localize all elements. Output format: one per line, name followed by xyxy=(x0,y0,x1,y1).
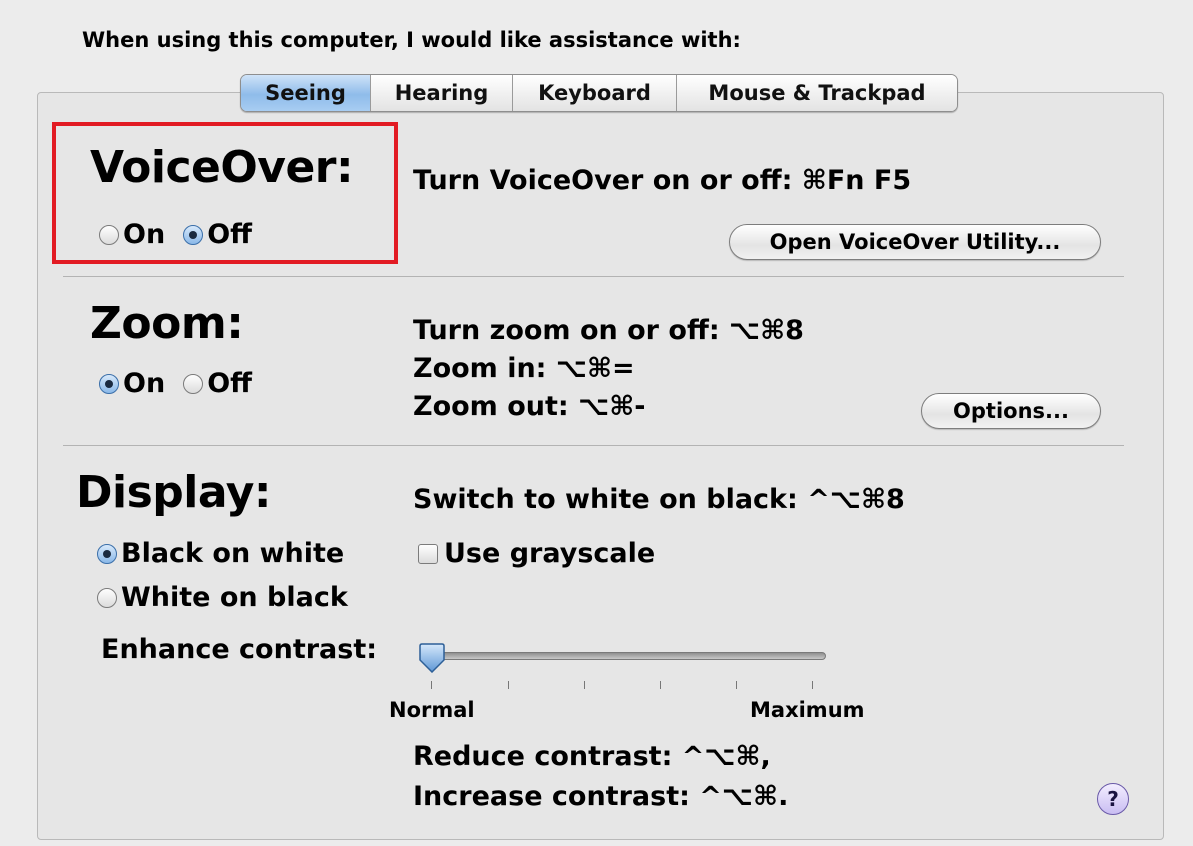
zoom-out-shortcut: Zoom out: ⌥⌘- xyxy=(413,391,646,422)
black-on-white-option[interactable]: Black on white xyxy=(97,538,344,569)
assistance-prompt: When using this computer, I would like a… xyxy=(82,28,741,52)
voiceover-shortcut: Turn VoiceOver on or off: ⌘Fn F5 xyxy=(413,165,912,196)
open-voiceover-utility-button[interactable]: Open VoiceOver Utility... xyxy=(729,224,1101,260)
use-grayscale-checkbox[interactable] xyxy=(418,543,438,564)
slider-tick xyxy=(736,681,737,689)
slider-tick xyxy=(584,681,585,689)
tab-keyboard[interactable]: Keyboard xyxy=(513,75,677,111)
zoom-off-radio[interactable] xyxy=(183,373,204,394)
slider-tick xyxy=(660,681,661,689)
tab-bar: Seeing Hearing Keyboard Mouse & Trackpad xyxy=(240,74,958,112)
black-on-white-label: Black on white xyxy=(121,538,345,569)
contrast-slider-thumb[interactable] xyxy=(418,643,446,673)
zoom-on-option[interactable]: On xyxy=(99,368,165,399)
white-on-black-radio[interactable] xyxy=(97,587,117,608)
help-icon: ? xyxy=(1107,787,1119,811)
increase-contrast-shortcut: Increase contrast: ^⌥⌘. xyxy=(413,781,789,812)
tab-mouse-trackpad[interactable]: Mouse & Trackpad xyxy=(677,75,957,111)
separator xyxy=(63,445,1124,446)
zoom-on-radio[interactable] xyxy=(99,373,119,394)
tab-hearing[interactable]: Hearing xyxy=(371,75,513,111)
zoom-radio-group: On Off xyxy=(99,368,252,399)
slider-tick xyxy=(431,681,432,689)
black-on-white-radio[interactable] xyxy=(97,543,117,564)
zoom-in-shortcut: Zoom in: ⌥⌘= xyxy=(413,353,635,384)
contrast-slider-track[interactable] xyxy=(424,652,826,660)
zoom-off-option[interactable]: Off xyxy=(183,368,252,399)
white-on-black-option[interactable]: White on black xyxy=(97,582,348,613)
display-title: Display: xyxy=(76,467,272,518)
enhance-contrast-label: Enhance contrast: xyxy=(101,634,378,665)
contrast-min-label: Normal xyxy=(389,698,475,722)
tab-seeing[interactable]: Seeing xyxy=(241,75,371,111)
highlight-box xyxy=(52,122,398,264)
slider-tick xyxy=(812,681,813,689)
use-grayscale-option[interactable]: Use grayscale xyxy=(418,538,655,569)
slider-tick xyxy=(508,681,509,689)
help-button[interactable]: ? xyxy=(1097,783,1129,815)
zoom-on-label: On xyxy=(123,368,166,399)
zoom-title: Zoom: xyxy=(90,298,244,349)
zoom-off-label: Off xyxy=(207,368,253,399)
zoom-toggle-shortcut: Turn zoom on or off: ⌥⌘8 xyxy=(413,315,804,346)
separator xyxy=(63,276,1124,277)
reduce-contrast-shortcut: Reduce contrast: ^⌥⌘, xyxy=(413,741,771,772)
white-on-black-label: White on black xyxy=(121,582,348,613)
display-shortcut: Switch to white on black: ^⌥⌘8 xyxy=(413,484,905,515)
zoom-options-button[interactable]: Options... xyxy=(921,393,1101,429)
use-grayscale-label: Use grayscale xyxy=(444,538,656,569)
contrast-max-label: Maximum xyxy=(750,698,865,722)
